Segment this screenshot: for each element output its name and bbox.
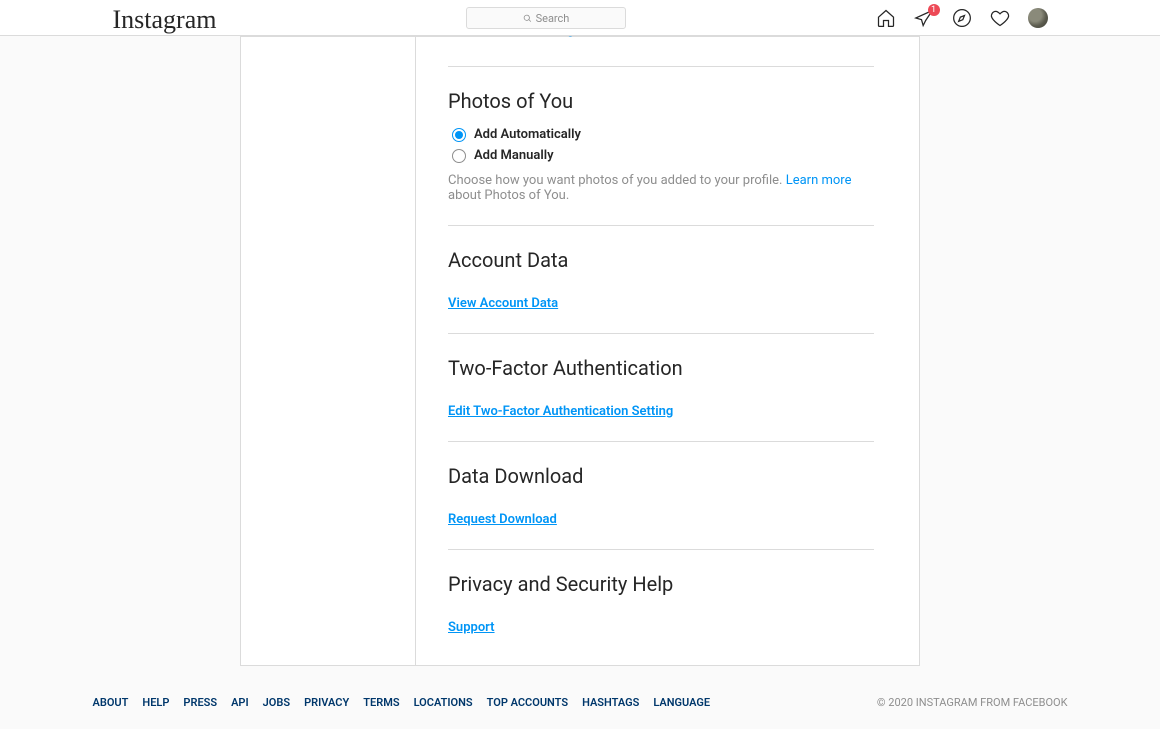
brand-logo[interactable]: Instagram xyxy=(113,5,217,35)
footer-link[interactable]: TERMS xyxy=(363,696,399,709)
activity-icon[interactable] xyxy=(990,8,1010,28)
view-account-data-link[interactable]: View Account Data xyxy=(448,296,558,311)
messages-badge: 1 xyxy=(928,4,940,16)
radio-icon xyxy=(452,128,466,142)
copyright: © 2020 INSTAGRAM FROM FACEBOOK xyxy=(877,696,1068,709)
search-placeholder: Search xyxy=(536,12,570,25)
footer-link[interactable]: API xyxy=(231,696,249,709)
photos-help-text: Choose how you want photos of you added … xyxy=(448,173,874,203)
footer-link[interactable]: HELP xyxy=(142,696,169,709)
photos-of-you-title: Photos of You xyxy=(448,89,874,113)
avatar[interactable] xyxy=(1028,8,1048,28)
footer-link[interactable]: PRESS xyxy=(183,696,217,709)
footer: ABOUT HELP PRESS API JOBS PRIVACY TERMS … xyxy=(0,666,1160,729)
radio-label: Add Manually xyxy=(474,148,554,163)
edit-two-factor-link[interactable]: Edit Two-Factor Authentication Setting xyxy=(448,404,673,419)
footer-link[interactable]: PRIVACY xyxy=(304,696,349,709)
divider xyxy=(448,441,874,442)
settings-card: Edit Comment Settings Photos of You Add … xyxy=(240,36,920,666)
request-download-link[interactable]: Request Download xyxy=(448,512,557,527)
home-icon[interactable] xyxy=(876,8,896,28)
divider xyxy=(448,333,874,334)
explore-icon[interactable] xyxy=(952,8,972,28)
divider xyxy=(448,225,874,226)
nav-icons: 1 xyxy=(876,8,1048,28)
divider xyxy=(448,66,874,67)
radio-add-automatically[interactable]: Add Automatically xyxy=(452,127,874,142)
footer-link[interactable]: TOP ACCOUNTS xyxy=(487,696,568,709)
radio-label: Add Automatically xyxy=(474,127,581,142)
footer-link[interactable]: LOCATIONS xyxy=(414,696,473,709)
footer-link[interactable]: LANGUAGE xyxy=(653,696,710,709)
divider xyxy=(448,549,874,550)
footer-link[interactable]: HASHTAGS xyxy=(582,696,639,709)
radio-add-manually[interactable]: Add Manually xyxy=(452,148,874,163)
learn-more-link[interactable]: Learn more xyxy=(786,173,852,188)
messages-icon[interactable]: 1 xyxy=(914,8,934,28)
radio-icon xyxy=(452,149,466,163)
top-nav: Instagram Search 1 xyxy=(0,0,1160,36)
data-download-title: Data Download xyxy=(448,464,874,488)
two-factor-title: Two-Factor Authentication xyxy=(448,356,874,380)
account-data-title: Account Data xyxy=(448,248,874,272)
privacy-help-title: Privacy and Security Help xyxy=(448,572,874,596)
settings-main: Edit Comment Settings Photos of You Add … xyxy=(416,37,919,665)
footer-link[interactable]: ABOUT xyxy=(93,696,129,709)
footer-link[interactable]: JOBS xyxy=(263,696,290,709)
support-link[interactable]: Support xyxy=(448,620,495,635)
search-input[interactable]: Search xyxy=(466,7,626,29)
settings-sidebar xyxy=(241,37,416,665)
search-icon xyxy=(523,14,532,23)
footer-links: ABOUT HELP PRESS API JOBS PRIVACY TERMS … xyxy=(93,696,711,709)
